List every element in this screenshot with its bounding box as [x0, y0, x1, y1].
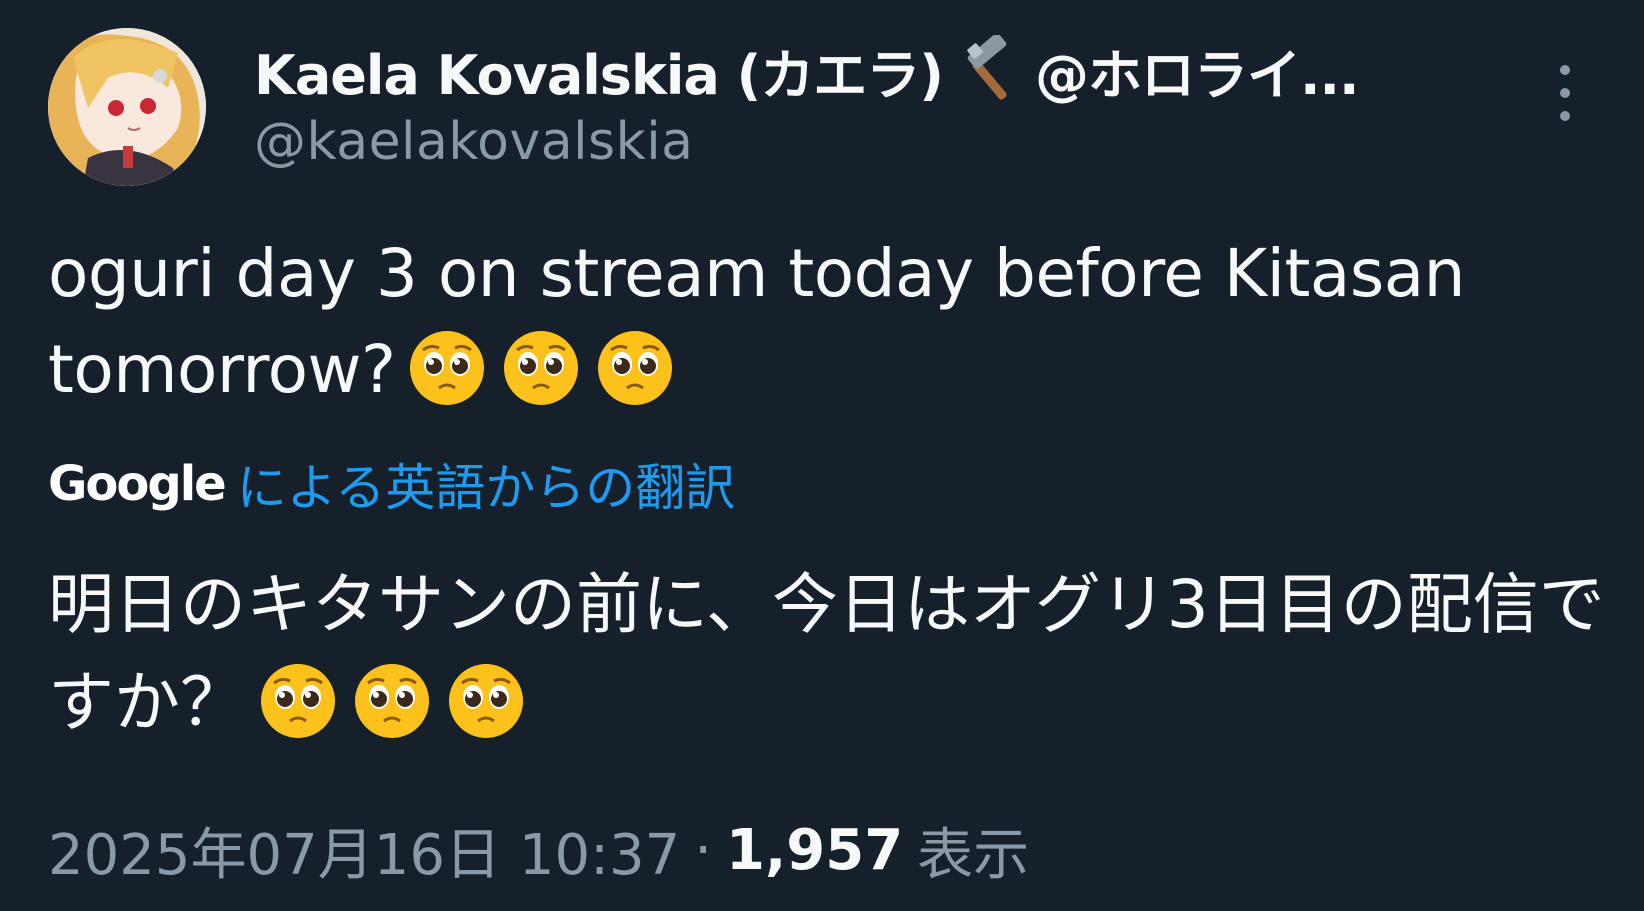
tweet: Kaela Kovalskia (カエラ) @ホロライ... @kaelakov…	[0, 0, 1644, 911]
username[interactable]: @kaelakovalskia	[254, 112, 694, 172]
more-dot-icon	[1560, 87, 1570, 98]
views-count[interactable]: 1,957	[726, 818, 903, 883]
tweet-text: oguri day 3 on stream today before Kitas…	[48, 226, 1608, 418]
display-name-suffix[interactable]: @ホロライ...	[1035, 31, 1360, 110]
pleading-face-emoji	[504, 330, 579, 405]
pleading-face-emoji	[449, 663, 523, 738]
pleading-face-emoji	[261, 663, 335, 738]
avatar[interactable]	[48, 28, 206, 186]
hammer-icon	[955, 33, 1025, 105]
google-logo: Google	[48, 456, 227, 512]
pleading-face-emoji	[355, 663, 429, 738]
translation-header: Google による英語からの翻訳	[48, 448, 735, 520]
avatar-image	[48, 28, 206, 186]
more-dot-icon	[1560, 111, 1570, 122]
tweet-meta: 2025年07月16日 10:37 · 1,957 表示	[48, 810, 1029, 891]
more-options-button[interactable]	[1548, 58, 1582, 128]
pleading-face-emoji	[598, 330, 673, 405]
meta-separator: ·	[694, 818, 713, 883]
author-name-row[interactable]: Kaela Kovalskia (カエラ) @ホロライ...	[254, 30, 1360, 110]
views-label[interactable]: 表示	[917, 810, 1029, 891]
emoji-group	[407, 328, 675, 408]
display-name[interactable]: Kaela Kovalskia (カエラ)	[254, 31, 944, 110]
translated-text: 明日のキタサンの前に、今日はオグリ3日目の配信ですか？	[48, 556, 1628, 752]
more-dot-icon	[1560, 64, 1570, 75]
timestamp[interactable]: 2025年07月16日 10:37	[48, 810, 680, 891]
pleading-face-emoji	[410, 330, 485, 405]
translation-link[interactable]: による英語からの翻訳	[237, 448, 736, 520]
tweet-body: oguri day 3 on stream today before Kitas…	[48, 235, 1465, 408]
emoji-group	[258, 661, 526, 741]
